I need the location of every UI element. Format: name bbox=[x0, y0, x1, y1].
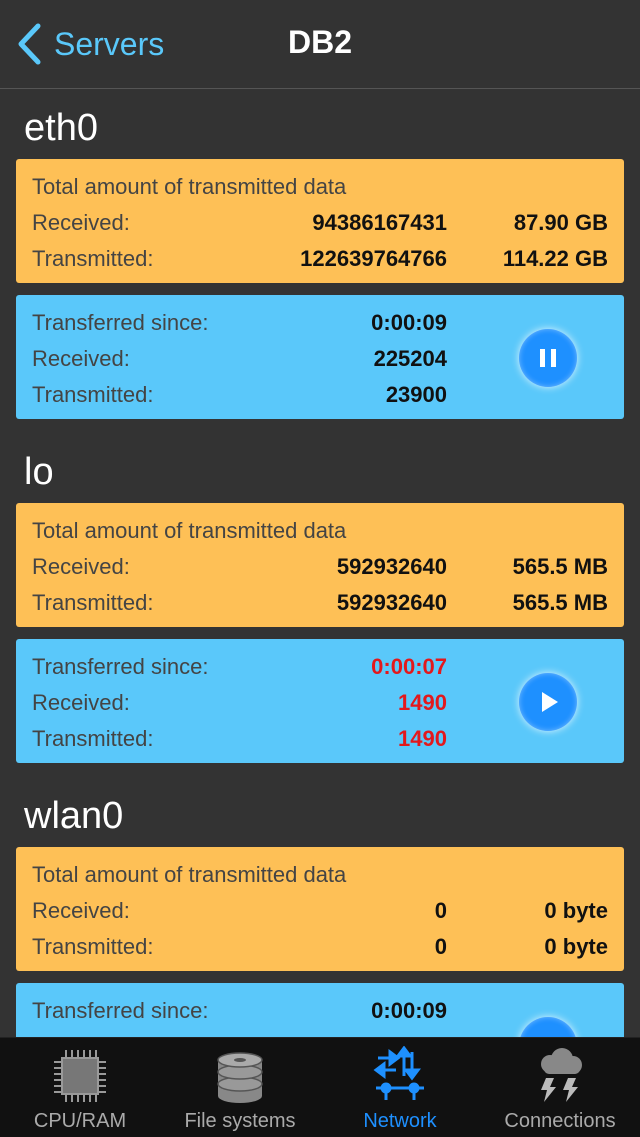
tab-label: Network bbox=[363, 1110, 437, 1132]
received-since-bytes: 225204 bbox=[373, 346, 447, 371]
cpu-chip-icon bbox=[54, 1050, 106, 1102]
play-icon bbox=[542, 692, 558, 712]
since-label: Transferred since: bbox=[32, 310, 209, 335]
transmitted-bytes: 122639764766 bbox=[300, 246, 447, 271]
pause-icon bbox=[540, 349, 556, 367]
received-label: Received: bbox=[32, 690, 130, 715]
storm-cloud-icon bbox=[541, 1048, 582, 1102]
interface-section-lo: lo Total amount of transmitted data Rece… bbox=[0, 433, 640, 777]
since-time: 0:00:07 bbox=[371, 654, 447, 679]
total-heading: Total amount of transmitted data bbox=[32, 518, 347, 543]
transmitted-size: 565.5 MB bbox=[512, 590, 608, 615]
tab-file-systems[interactable]: File systems bbox=[160, 1038, 320, 1137]
tab-network[interactable]: Network bbox=[320, 1038, 480, 1137]
total-data-card: Total amount of transmitted data Receive… bbox=[16, 847, 624, 971]
pause-button[interactable] bbox=[519, 329, 577, 387]
total-data-card: Total amount of transmitted data Receive… bbox=[16, 503, 624, 627]
transmitted-since-bytes: 23900 bbox=[385, 382, 447, 407]
tab-bar: CPU/RAM File systems Network Connections bbox=[0, 1037, 640, 1137]
navigation-bar: Servers DB2 bbox=[0, 0, 640, 89]
interface-section-eth0: eth0 Total amount of transmitted data Re… bbox=[0, 89, 640, 433]
since-time: 0:00:09 bbox=[371, 998, 447, 1023]
interface-name: eth0 bbox=[24, 107, 98, 149]
play-button[interactable] bbox=[519, 673, 577, 731]
received-size: 0 byte bbox=[544, 898, 608, 923]
transmitted-label: Transmitted: bbox=[32, 726, 154, 751]
tab-label: CPU/RAM bbox=[33, 1110, 127, 1132]
received-label: Received: bbox=[32, 1029, 130, 1037]
network-list[interactable]: eth0 Total amount of transmitted data Re… bbox=[0, 89, 640, 1037]
tab-cpu-ram[interactable]: CPU/RAM bbox=[0, 1038, 160, 1137]
transmitted-label: Transmitted: bbox=[32, 934, 154, 959]
transmitted-label: Transmitted: bbox=[32, 590, 154, 615]
transferred-since-card: Transferred since: 0:00:09 Received: 225… bbox=[16, 295, 624, 419]
received-bytes: 0 bbox=[434, 898, 447, 923]
transferred-since-card: Transferred since: 0:00:09 Received: 0 bbox=[16, 983, 624, 1037]
transmitted-label: Transmitted: bbox=[32, 246, 154, 271]
transmitted-label: Transmitted: bbox=[32, 382, 154, 407]
received-label: Received: bbox=[32, 210, 130, 235]
received-size: 565.5 MB bbox=[512, 554, 608, 579]
tab-label: Connections bbox=[504, 1110, 616, 1132]
since-label: Transferred since: bbox=[32, 654, 209, 679]
since-time: 0:00:09 bbox=[371, 310, 447, 335]
interface-name: lo bbox=[24, 451, 54, 493]
transmitted-bytes: 592932640 bbox=[336, 590, 447, 615]
total-data-card: Total amount of transmitted data Receive… bbox=[16, 159, 624, 283]
received-label: Received: bbox=[32, 554, 130, 579]
total-heading: Total amount of transmitted data bbox=[32, 174, 347, 199]
transmitted-size: 0 byte bbox=[544, 934, 608, 959]
tab-connections[interactable]: Connections bbox=[480, 1038, 640, 1137]
received-bytes: 592932640 bbox=[336, 554, 447, 579]
interface-section-wlan0: wlan0 Total amount of transmitted data R… bbox=[0, 777, 640, 1037]
disk-stack-icon bbox=[217, 1052, 263, 1103]
transferred-since-card: Transferred since: 0:00:07 Received: 149… bbox=[16, 639, 624, 763]
received-label: Received: bbox=[32, 346, 130, 371]
tab-label: File systems bbox=[184, 1110, 296, 1132]
received-label: Received: bbox=[32, 898, 130, 923]
transmitted-since-bytes: 1490 bbox=[398, 726, 447, 751]
page-title: DB2 bbox=[287, 24, 352, 60]
received-bytes: 94386167431 bbox=[312, 210, 447, 235]
interface-name: wlan0 bbox=[24, 795, 124, 837]
received-since-bytes: 1490 bbox=[398, 690, 447, 715]
network-icon bbox=[373, 1046, 424, 1100]
received-size: 87.90 GB bbox=[513, 210, 608, 235]
transmitted-size: 114.22 GB bbox=[502, 246, 608, 271]
received-since-bytes: 0 bbox=[435, 1029, 447, 1037]
since-label: Transferred since: bbox=[32, 998, 209, 1023]
transmitted-bytes: 0 bbox=[434, 934, 447, 959]
total-heading: Total amount of transmitted data bbox=[32, 862, 347, 887]
